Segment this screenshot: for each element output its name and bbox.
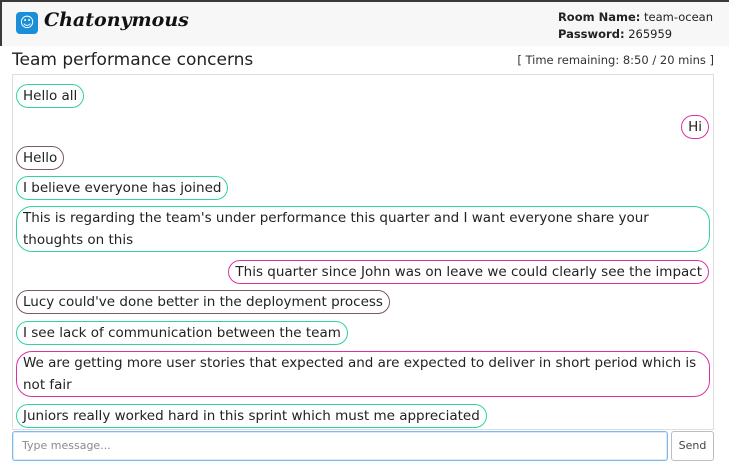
chat-panel[interactable]: Hello all Hi Hello I believe everyone ha…	[12, 74, 714, 430]
chat-message: I believe everyone has joined	[16, 176, 229, 200]
chat-message: Hello	[16, 146, 65, 170]
send-button[interactable]: Send	[671, 431, 714, 461]
chat-message: We are getting more user stories that ex…	[16, 351, 710, 397]
room-name-label: Room Name:	[557, 10, 641, 24]
chat-message: Hi	[681, 115, 709, 139]
chat-message: Lucy could've done better in the deploym…	[16, 290, 390, 314]
message-input[interactable]: Type message...	[12, 431, 668, 461]
room-info: Room Name: team-ocean Password: 265959	[558, 9, 713, 43]
room-name-value: team-ocean	[644, 10, 713, 24]
time-remaining: [ Time remaining: 8:50 / 20 mins ]	[517, 53, 714, 67]
chat-message: Hello all	[16, 84, 85, 108]
chat-message: This quarter since John was on leave we …	[228, 260, 709, 284]
password-value: 265959	[628, 27, 673, 41]
chat-message: This is regarding the team's under perfo…	[16, 206, 710, 252]
brand-name: Chatonymous	[44, 9, 189, 31]
top-bar: ☺ Chatonymous Room Name: team-ocean Pass…	[0, 0, 729, 46]
chat-mask-icon: ☺	[16, 12, 38, 34]
topic-row: Team performance concerns [ Time remaini…	[12, 50, 714, 72]
topic-title: Team performance concerns	[12, 50, 254, 70]
password-label: Password:	[557, 27, 625, 41]
chat-message: Juniors really worked hard in this sprin…	[16, 404, 487, 428]
message-composer: Type message... Send	[12, 431, 714, 461]
chat-message: I see lack of communication between the …	[16, 321, 348, 345]
